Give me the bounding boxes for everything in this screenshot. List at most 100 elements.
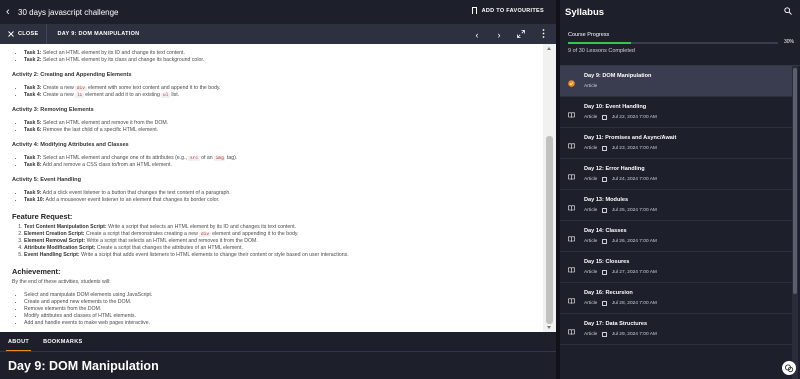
calendar-icon [602, 115, 607, 120]
lesson-date: Jul 27, 2024 7:00 AM [611, 270, 657, 275]
divider [46, 24, 48, 44]
feature-item: Event Handling Script: Write a script th… [24, 252, 531, 259]
lesson-item-day-11[interactable]: Day 11: Promises and Async/Await Article… [560, 128, 792, 159]
progress-label: Course Progress [568, 32, 610, 38]
task-item: Task 8: Add and remove a CSS class to/fr… [24, 162, 531, 169]
inline-code: src [188, 156, 200, 161]
calendar-icon [602, 208, 607, 213]
completed-check-icon [568, 74, 575, 87]
activity3-task-list: Task 5: Select an HTML element and remov… [24, 120, 531, 134]
more-options-icon[interactable] [538, 29, 548, 40]
search-icon[interactable] [784, 7, 792, 15]
book-icon [568, 291, 575, 304]
lesson-meta: Article Jul 24, 2024 7:00 AM [584, 177, 657, 182]
calendar-icon [602, 270, 607, 275]
top-bar: ‹ 30 days javascript challenge ADD TO FA… [0, 0, 556, 24]
achievement-list: Select and manipulate DOM elements using… [24, 292, 531, 327]
inline-code: div [75, 86, 87, 91]
lesson-date: Jul 29, 2024 7:00 AM [611, 332, 657, 337]
feature-list: Text Content Manipulation Script: Write … [24, 224, 531, 259]
lesson-item-day-14[interactable]: Day 14: Classes Article Jul 26, 2024 7:00… [560, 221, 792, 252]
previous-lesson-icon[interactable]: ‹ [472, 30, 482, 40]
tab-about[interactable]: ABOUT [5, 332, 32, 352]
lesson-content: Task 1: Select an HTML element by its ID… [0, 44, 543, 332]
lesson-type: Article [584, 208, 598, 213]
back-arrow-icon[interactable]: ‹ [6, 6, 16, 18]
lesson-date: Jul 28, 2024 7:00 AM [611, 301, 657, 306]
lesson-type: Article [584, 146, 598, 151]
course-title: 30 days javascript challenge [18, 7, 119, 17]
lesson-list: Day 9: DOM Manipulation Article Day 10: … [560, 66, 792, 345]
lesson-controls: ‹ › [472, 29, 548, 40]
lesson-title: Day 17: Data Structures [584, 321, 648, 327]
scroll-up-icon[interactable] [547, 47, 551, 50]
scrollbar-thumb[interactable] [793, 68, 797, 294]
task-item: Task 6: Remove the last child of a speci… [24, 127, 531, 134]
tab-bar: ABOUT BOOKMARKS [0, 332, 556, 352]
bookmark-icon [471, 7, 477, 16]
lesson-title: Day 16: Recursion [584, 290, 633, 296]
feature-item: Attribute Modification Script: Create a … [24, 245, 531, 252]
task-item: Task 2: Select an HTML element by its cl… [24, 57, 531, 64]
lesson-title: Day 9: DOM Manipulation [584, 73, 652, 79]
book-icon [568, 105, 575, 118]
lesson-item-day-13[interactable]: Day 13: Modules Article Jul 25, 2024 7:00… [560, 190, 792, 221]
lesson-item-day-12[interactable]: Day 12: Error Handling Article Jul 24, 20… [560, 159, 792, 190]
activity4-task-list: Task 7: Select an HTML element and chang… [24, 155, 531, 169]
lesson-type: Article [584, 332, 598, 337]
lesson-item-day-16[interactable]: Day 16: Recursion Article Jul 28, 2024 7:… [560, 283, 792, 314]
lesson-meta: Article Jul 28, 2024 7:00 AM [584, 301, 657, 306]
inline-code: ul [161, 93, 170, 98]
progress-percent: 30% [783, 39, 794, 45]
lesson-type: Article [584, 270, 598, 275]
help-button[interactable] [782, 361, 796, 375]
syllabus-scrollbar[interactable] [792, 66, 798, 379]
scrollbar-thumb[interactable] [546, 136, 553, 324]
lesson-date: Jul 24, 2024 7:00 AM [611, 177, 657, 182]
calendar-icon [602, 177, 607, 182]
feature-item: Element Removal Script: Write a script t… [24, 238, 531, 245]
activity5-task-list: Task 9: Add a click event listener to a … [24, 190, 531, 204]
achievement-item: Select and manipulate DOM elements using… [24, 292, 531, 299]
calendar-icon [602, 301, 607, 306]
syllabus-panel: Syllabus Course Progress 30% 9 of 30 Les… [560, 0, 800, 379]
task-item: Task 4: Create a new li element and add … [24, 92, 531, 99]
feature-item: Element Creation Script: Create a script… [24, 231, 531, 238]
lesson-date: Jul 25, 2024 7:00 AM [611, 208, 657, 213]
add-to-favourites-label: ADD TO FAVOURITES [481, 7, 544, 14]
lesson-date: Jul 23, 2024 7:00 AM [611, 146, 657, 151]
lesson-date: Jul 26, 2024 7:00 AM [611, 239, 657, 244]
lesson-item-day-15[interactable]: Day 15: Closures Article Jul 27, 2024 7:0… [560, 252, 792, 283]
lesson-type: Article [584, 84, 598, 89]
book-icon [568, 198, 575, 211]
feature-item: Text Content Manipulation Script: Write … [24, 224, 531, 231]
next-lesson-icon[interactable]: › [494, 30, 504, 40]
add-to-favourites-button[interactable]: ADD TO FAVOURITES [471, 7, 544, 16]
course-progress: Course Progress 30% 9 of 30 Lessons Comp… [560, 24, 800, 66]
lesson-header-bar: CLOSE DAY 9: DOM MANIPULATION ‹ › [0, 24, 556, 44]
achievement-item: Modify attributes and classes of HTML el… [24, 313, 531, 320]
tab-bookmarks[interactable]: BOOKMARKS [43, 332, 82, 352]
lesson-meta: Article Jul 23, 2024 7:00 AM [584, 146, 657, 151]
activity-heading: Activity 5: Event Handling [12, 177, 82, 183]
lesson-title: Day 12: Error Handling [584, 166, 645, 172]
progress-bar [568, 42, 778, 44]
lessons-completed-text: 9 of 30 Lessons Completed [568, 48, 635, 54]
tab-divider [0, 351, 556, 352]
lesson-item-day-17[interactable]: Day 17: Data Structures Article Jul 29, 2… [560, 314, 792, 345]
close-button[interactable]: CLOSE [8, 31, 38, 37]
inline-code: div [199, 232, 211, 237]
achievement-item: Add and handle events to make web pages … [24, 320, 531, 327]
task-item: Task 10: Add a mouseover event listener … [24, 197, 531, 204]
inline-code: li [75, 93, 84, 98]
lesson-meta: Article Jul 25, 2024 7:00 AM [584, 208, 657, 213]
content-scrollbar[interactable] [543, 44, 556, 332]
book-icon [568, 229, 575, 242]
fullscreen-icon[interactable] [516, 29, 526, 40]
activity-heading: Activity 4: Modifying Attributes and Cla… [12, 142, 129, 148]
progress-bar-fill [568, 42, 631, 44]
lesson-item-day-10[interactable]: Day 10: Event Handling Article Jul 22, 20… [560, 97, 792, 128]
lesson-item-day-9[interactable]: Day 9: DOM Manipulation Article [560, 66, 792, 97]
achievement-item: Remove elements from the DOM. [24, 306, 531, 313]
scroll-down-icon[interactable] [547, 326, 551, 329]
